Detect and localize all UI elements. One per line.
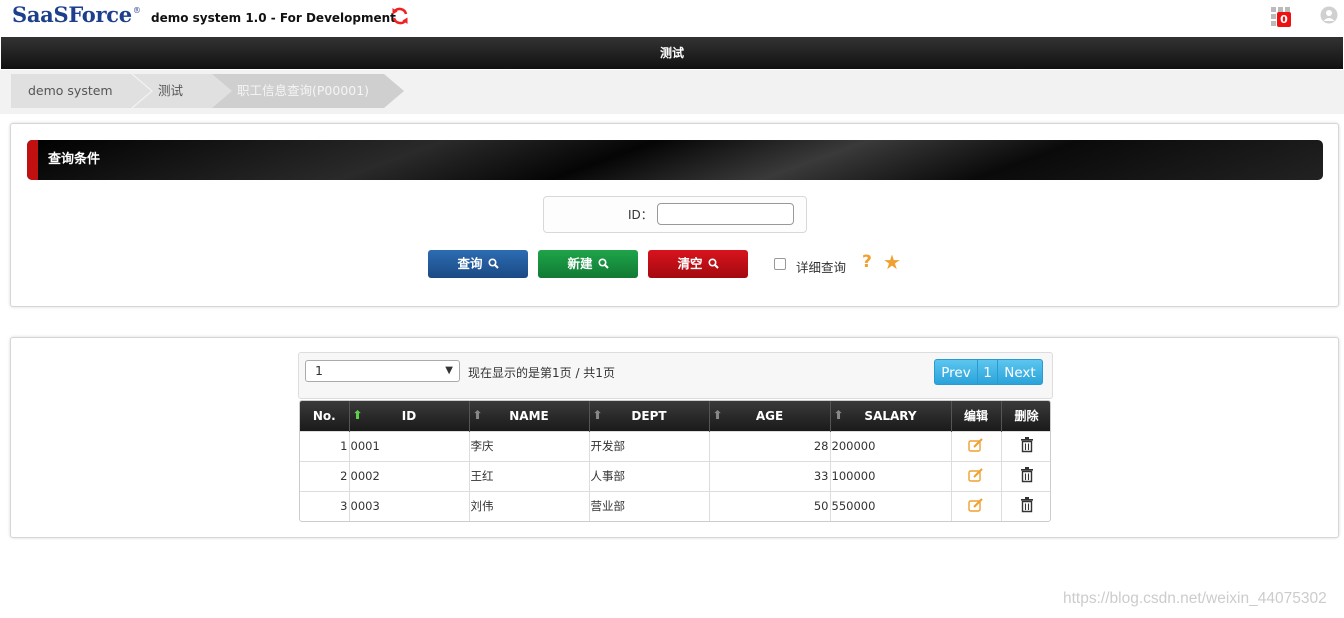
header-accent-bar — [27, 140, 38, 180]
cell-id: 0002 — [349, 460, 470, 491]
edit-icon[interactable] — [968, 467, 984, 482]
cell-age: 33 — [709, 460, 831, 491]
page-select-value: 1 — [315, 363, 323, 378]
trash-icon[interactable] — [1020, 496, 1034, 513]
cell-delete — [1001, 430, 1050, 461]
table-row[interactable]: 3 0003 刘伟 营业部 50 550000 — [300, 490, 1050, 521]
cell-delete — [1001, 460, 1050, 491]
column-header-dept-label: DEPT — [631, 408, 667, 423]
search-panel: 查询条件 ID： 查询 新建 清空 详细查询 ? ★ — [10, 123, 1339, 307]
cell-name: 李庆 — [469, 430, 590, 461]
page-info: 现在显示的是第1页 / 共1页 — [468, 366, 615, 380]
column-header-age-label: AGE — [755, 408, 784, 423]
search-icon — [597, 258, 609, 269]
nav-title[interactable]: 测试 — [660, 46, 684, 60]
id-label: ID： — [628, 208, 653, 222]
id-field-group: ID： — [543, 196, 807, 233]
id-input[interactable] — [657, 203, 794, 225]
sort-icon: ⬆ — [472, 408, 483, 422]
logo-text: SaaSForce — [12, 2, 132, 27]
next-page-button[interactable]: Next — [997, 359, 1043, 385]
cell-no: 2 — [300, 460, 350, 491]
system-title: demo system 1.0 - For Development — [151, 11, 396, 25]
refresh-icon[interactable] — [390, 6, 410, 26]
detail-search-label[interactable]: 详细查询 — [796, 257, 846, 276]
sort-icon: ⬆ — [592, 408, 603, 422]
trash-icon[interactable] — [1020, 436, 1034, 453]
prev-page-button[interactable]: Prev — [934, 359, 978, 385]
edit-icon[interactable] — [968, 437, 984, 452]
dropdown-arrow-icon: ▼ — [445, 365, 453, 376]
column-header-delete: 删除 — [1001, 401, 1050, 431]
breadcrumb-item-home[interactable]: demo system — [11, 74, 151, 108]
cell-age: 28 — [709, 430, 831, 461]
cell-dept: 开发部 — [589, 430, 710, 461]
top-bar: SaaSForce® demo system 1.0 - For Develop… — [0, 0, 1344, 36]
search-section-title: 查询条件 — [48, 152, 101, 167]
employee-table: No. ⬆ ID ⬆ NAME ⬆ DEPT ⬆ AGE ⬆ SALARY 编辑 删除 1… — [299, 400, 1051, 522]
cell-edit — [951, 460, 1002, 491]
cell-delete — [1001, 490, 1050, 521]
search-section-header: 查询条件 — [27, 140, 1323, 180]
cell-salary: 550000 — [830, 490, 952, 521]
sort-icon: ⬆ — [712, 408, 723, 422]
query-button[interactable]: 查询 — [428, 250, 528, 278]
cell-id: 0001 — [349, 430, 470, 461]
cell-salary: 200000 — [830, 430, 952, 461]
notification-badge[interactable]: 0 — [1277, 12, 1291, 27]
column-header-age[interactable]: ⬆ AGE — [709, 401, 831, 431]
query-button-label: 查询 — [457, 256, 483, 271]
cell-id: 0003 — [349, 490, 470, 521]
results-panel: 1 ▼ 现在显示的是第1页 / 共1页 Prev 1 Next No. ⬆ ID … — [10, 337, 1339, 538]
cell-edit — [951, 490, 1002, 521]
column-header-salary-label: SALARY — [864, 408, 917, 423]
breadcrumb: demo system 测试 职工信息查询(P00001) — [0, 70, 1344, 114]
breadcrumb-item-current: 职工信息查询(P00001) — [212, 74, 404, 108]
clear-button-label: 清空 — [677, 256, 703, 271]
cell-dept: 人事部 — [589, 460, 710, 491]
table-header-row: No. ⬆ ID ⬆ NAME ⬆ DEPT ⬆ AGE ⬆ SALARY 编辑 删除 — [300, 401, 1050, 431]
cell-edit — [951, 430, 1002, 461]
cell-salary: 100000 — [830, 460, 952, 491]
column-header-name-label: NAME — [509, 408, 549, 423]
sort-ascending-icon: ⬆ — [352, 408, 363, 422]
logo[interactable]: SaaSForce® — [12, 2, 141, 27]
column-header-id[interactable]: ⬆ ID — [349, 401, 470, 431]
user-icon[interactable] — [1320, 6, 1338, 24]
new-button[interactable]: 新建 — [538, 250, 638, 278]
clear-button[interactable]: 清空 — [648, 250, 748, 278]
cell-dept: 营业部 — [589, 490, 710, 521]
column-header-edit: 编辑 — [951, 401, 1002, 431]
column-header-no[interactable]: No. — [300, 401, 350, 431]
column-header-id-label: ID — [401, 408, 417, 423]
pager-bar: 1 ▼ 现在显示的是第1页 / 共1页 Prev 1 Next — [298, 352, 1053, 399]
column-header-salary[interactable]: ⬆ SALARY — [830, 401, 952, 431]
cell-no: 1 — [300, 430, 350, 461]
page-number-button[interactable]: 1 — [977, 359, 998, 385]
help-icon[interactable]: ? — [862, 252, 872, 272]
column-header-dept[interactable]: ⬆ DEPT — [589, 401, 710, 431]
column-header-name[interactable]: ⬆ NAME — [469, 401, 590, 431]
cell-name: 刘伟 — [469, 490, 590, 521]
trash-icon[interactable] — [1020, 466, 1034, 483]
cell-no: 3 — [300, 490, 350, 521]
watermark: https://blog.csdn.net/weixin_44075302 — [1063, 590, 1327, 607]
page-select[interactable]: 1 ▼ — [305, 360, 460, 382]
star-icon[interactable]: ★ — [883, 250, 901, 274]
detail-search-checkbox[interactable] — [774, 258, 786, 270]
search-icon — [707, 258, 719, 269]
table-row[interactable]: 1 0001 李庆 开发部 28 200000 — [300, 430, 1050, 461]
new-button-label: 新建 — [567, 256, 593, 271]
cell-age: 50 — [709, 490, 831, 521]
registered-mark: ® — [132, 6, 141, 15]
table-row[interactable]: 2 0002 王红 人事部 33 100000 — [300, 460, 1050, 491]
cell-name: 王红 — [469, 460, 590, 491]
sort-icon: ⬆ — [833, 408, 844, 422]
nav-bar: 测试 — [1, 37, 1343, 69]
search-icon — [487, 258, 499, 269]
edit-icon[interactable] — [968, 498, 984, 512]
